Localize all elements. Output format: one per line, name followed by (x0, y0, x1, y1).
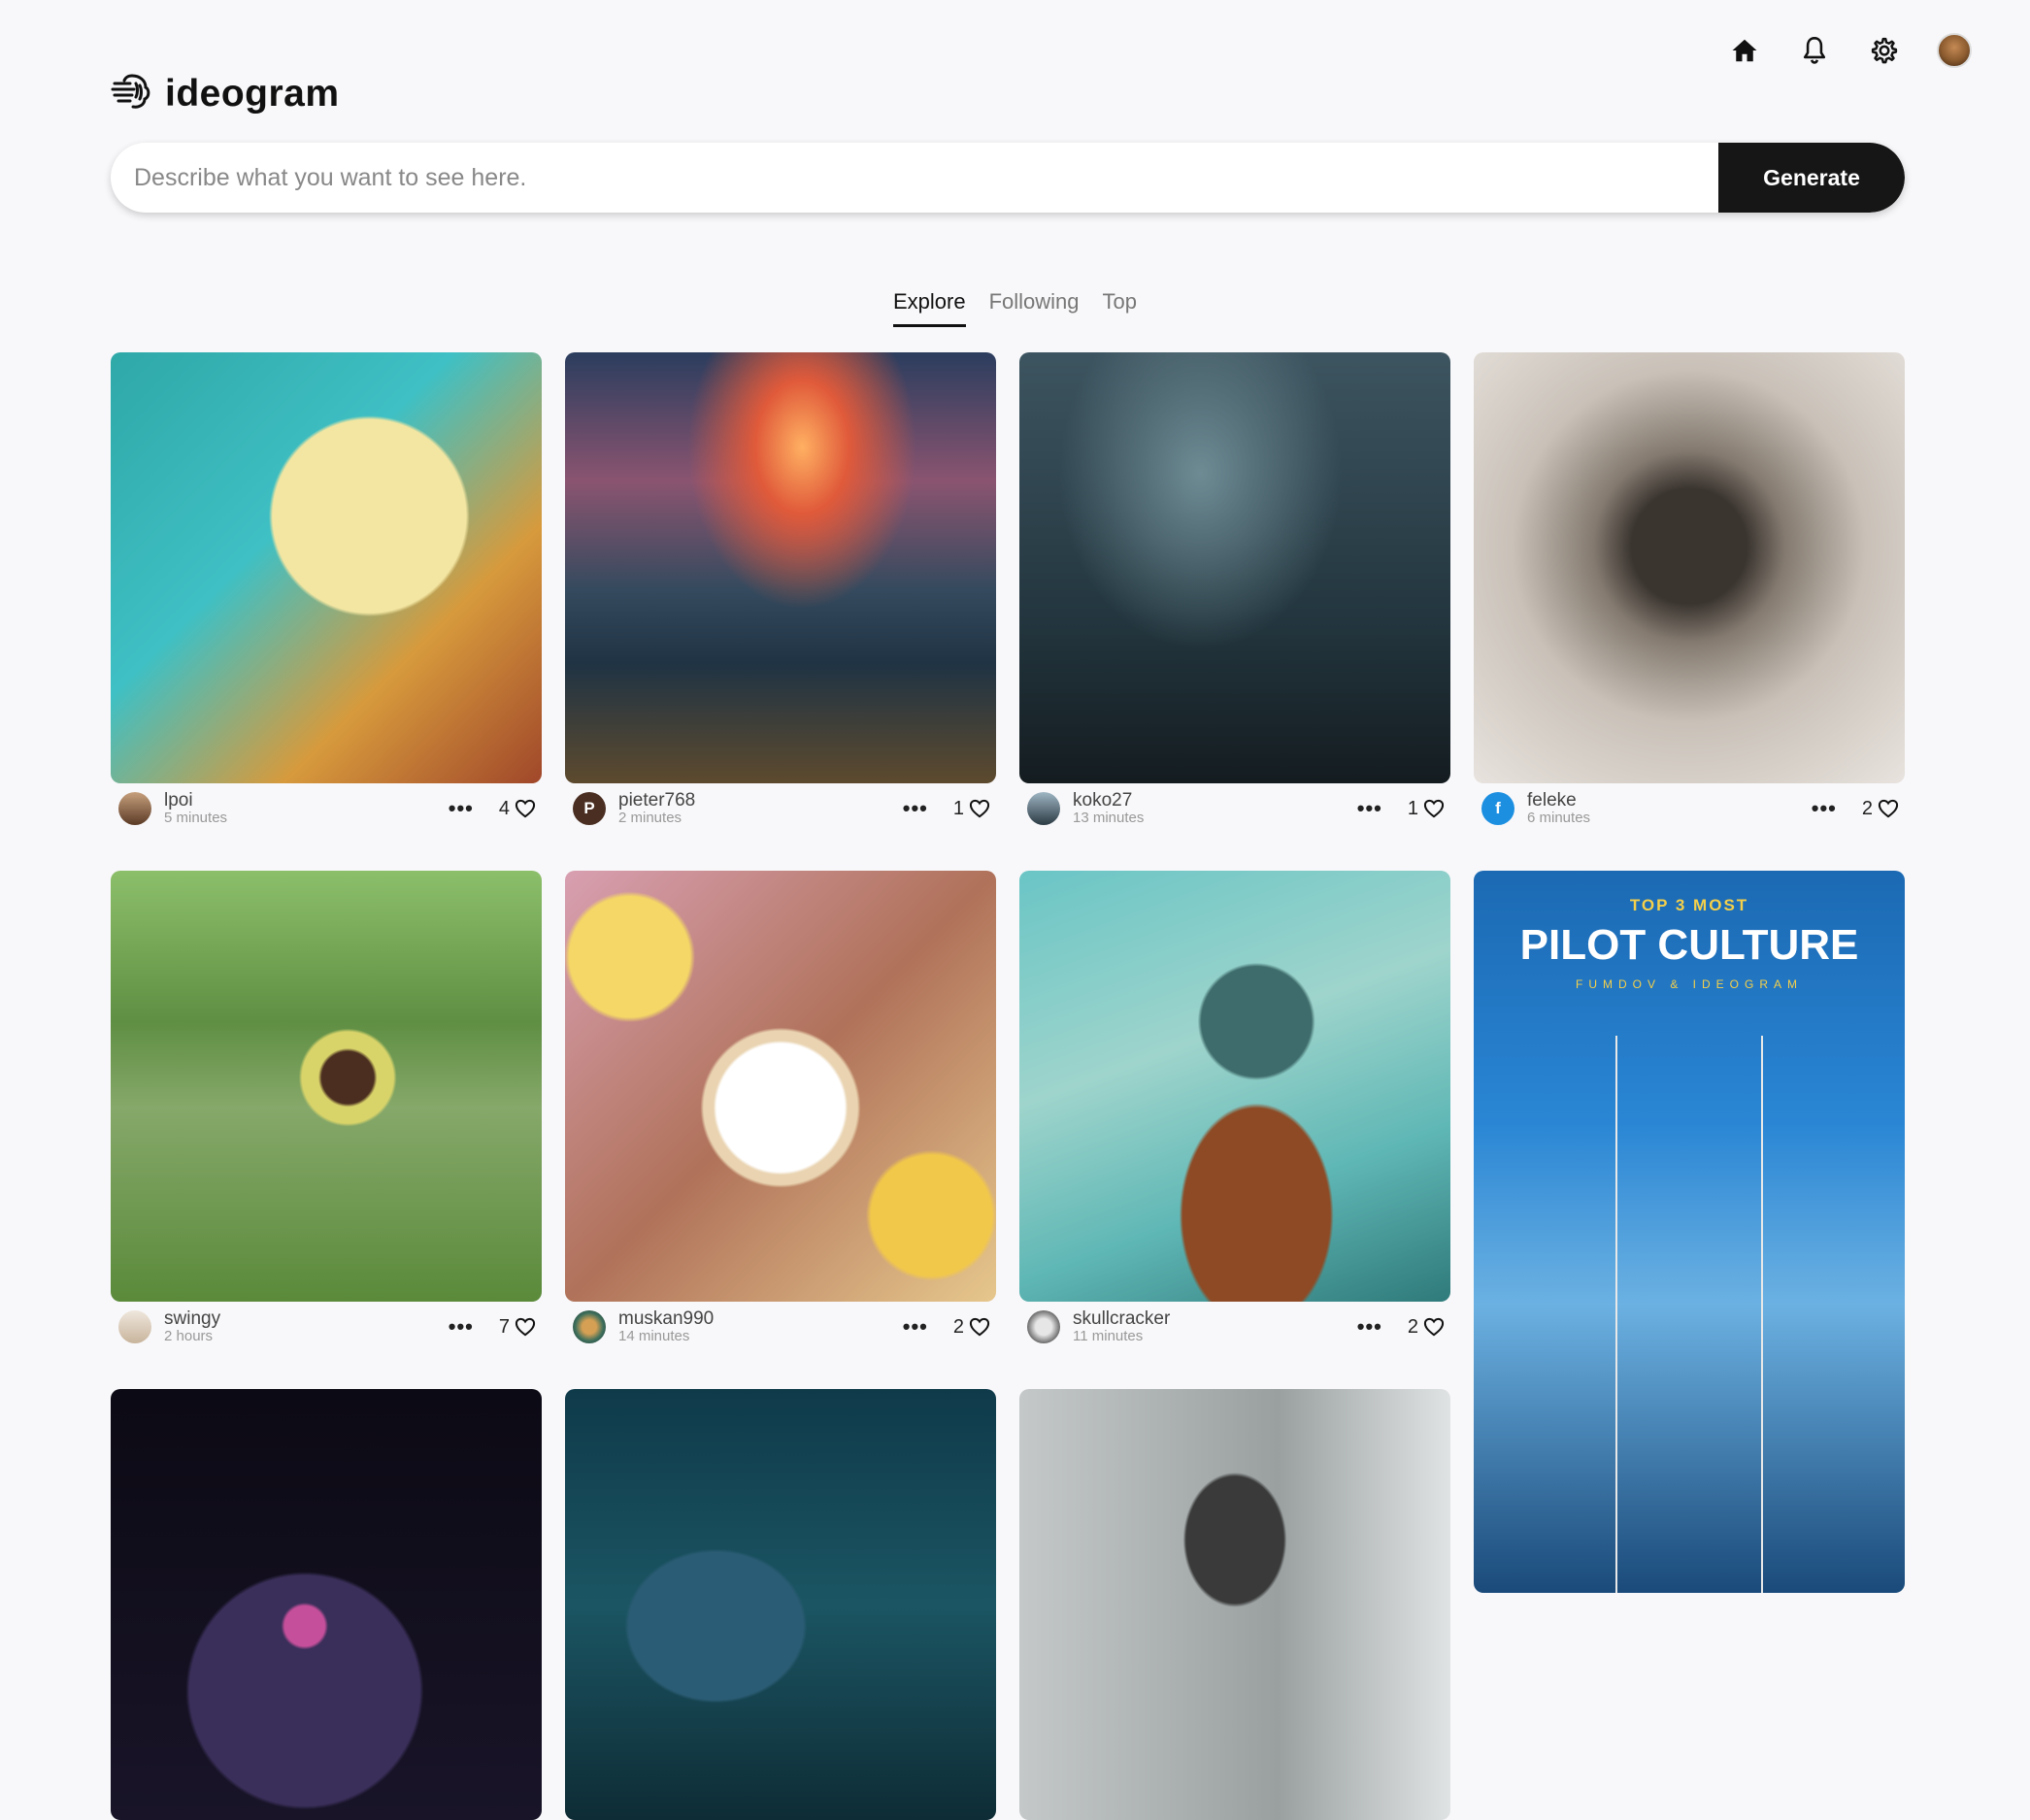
heart-icon[interactable] (969, 1317, 990, 1337)
post-image[interactable] (1019, 1389, 1450, 1820)
username[interactable]: koko27 (1073, 791, 1357, 811)
post-image[interactable]: TOP 3 MOST PILOT CULTURE FUMDOV & IDEOGR… (1474, 871, 1905, 1593)
post-time: 5 minutes (164, 810, 228, 827)
tab-top[interactable]: Top (1103, 289, 1137, 327)
tab-explore[interactable]: Explore (892, 289, 966, 327)
heart-icon[interactable] (1878, 799, 1899, 818)
post-card: skullcracker 11 minutes ••• 2 (1019, 871, 1450, 1352)
user-avatar[interactable] (1027, 792, 1060, 825)
post-image[interactable] (111, 1389, 542, 1820)
user-avatar[interactable] (573, 1310, 606, 1343)
post-card: muskan990 14 minutes ••• 2 (565, 871, 996, 1352)
post-image[interactable] (565, 352, 996, 783)
post-time: 2 hours (164, 1328, 214, 1345)
like-count: 4 (498, 797, 510, 819)
more-options-icon[interactable]: ••• (1812, 796, 1837, 821)
post-time: 11 minutes (1073, 1328, 1144, 1345)
username[interactable]: skullcracker (1073, 1309, 1357, 1329)
post-image[interactable] (565, 1389, 996, 1820)
top-nav (1727, 33, 1972, 68)
user-avatar[interactable] (118, 1310, 151, 1343)
post-card (111, 1389, 542, 1820)
username[interactable]: swingy (164, 1309, 449, 1329)
post-time: 13 minutes (1073, 810, 1145, 827)
more-options-icon[interactable]: ••• (903, 796, 928, 821)
heart-icon[interactable] (515, 1317, 536, 1337)
poster-title: PILOT CULTURE (1519, 921, 1859, 969)
brand-name: ideogram (165, 72, 340, 115)
like-count: 2 (952, 1315, 964, 1338)
prompt-input[interactable] (111, 143, 1718, 213)
logo[interactable]: ideogram (111, 70, 340, 117)
feed-tabs: Explore Following Top (0, 289, 2030, 327)
post-image[interactable] (111, 352, 542, 783)
post-image[interactable] (565, 871, 996, 1302)
heart-icon[interactable] (1423, 799, 1445, 818)
more-options-icon[interactable]: ••• (903, 1314, 928, 1340)
poster-subtitle: FUMDOV & IDEOGRAM (1575, 977, 1803, 991)
like-count: 2 (1861, 797, 1873, 819)
post-card: swingy 2 hours ••• 7 (111, 871, 542, 1352)
post-image[interactable] (1474, 352, 1905, 783)
user-avatar[interactable] (118, 792, 151, 825)
post-time: 2 minutes (618, 810, 682, 827)
like-count: 1 (1407, 797, 1418, 819)
like-count: 2 (1407, 1315, 1418, 1338)
poster-divider (1761, 1036, 1763, 1593)
post-card: TOP 3 MOST PILOT CULTURE FUMDOV & IDEOGR… (1474, 871, 1905, 1593)
brain-logo-icon (111, 70, 153, 117)
post-card: P pieter768 2 minutes ••• 1 (565, 352, 996, 834)
post-card: f feleke 6 minutes ••• 2 (1474, 352, 1905, 834)
heart-icon[interactable] (969, 799, 990, 818)
post-card: lpoi 5 minutes ••• 4 (111, 352, 542, 834)
post-image[interactable] (1019, 871, 1450, 1302)
more-options-icon[interactable]: ••• (449, 1314, 474, 1340)
tab-following[interactable]: Following (989, 289, 1080, 327)
post-card (1019, 1389, 1450, 1820)
more-options-icon[interactable]: ••• (1357, 796, 1382, 821)
user-avatar[interactable]: f (1481, 792, 1514, 825)
post-card: koko27 13 minutes ••• 1 (1019, 352, 1450, 834)
username[interactable]: muskan990 (618, 1309, 903, 1329)
username[interactable]: lpoi (164, 791, 449, 811)
heart-icon[interactable] (515, 799, 536, 818)
bell-icon[interactable] (1797, 33, 1832, 68)
heart-icon[interactable] (1423, 1317, 1445, 1337)
more-options-icon[interactable]: ••• (1357, 1314, 1382, 1340)
poster-eyebrow: TOP 3 MOST (1629, 896, 1749, 914)
user-avatar[interactable] (1027, 1310, 1060, 1343)
user-avatar[interactable]: P (573, 792, 606, 825)
home-icon[interactable] (1727, 33, 1762, 68)
prompt-bar: Generate (111, 143, 1905, 213)
username[interactable]: pieter768 (618, 791, 903, 811)
like-count: 7 (498, 1315, 510, 1338)
more-options-icon[interactable]: ••• (449, 796, 474, 821)
poster-divider (1615, 1036, 1617, 1593)
post-image[interactable] (1019, 352, 1450, 783)
username[interactable]: feleke (1527, 791, 1812, 811)
post-time: 14 minutes (618, 1328, 690, 1345)
post-image[interactable] (111, 871, 542, 1302)
generate-button[interactable]: Generate (1718, 143, 1905, 213)
gear-icon[interactable] (1867, 33, 1902, 68)
user-avatar[interactable] (1937, 33, 1972, 68)
post-card (565, 1389, 996, 1820)
post-time: 6 minutes (1527, 810, 1591, 827)
like-count: 1 (952, 797, 964, 819)
